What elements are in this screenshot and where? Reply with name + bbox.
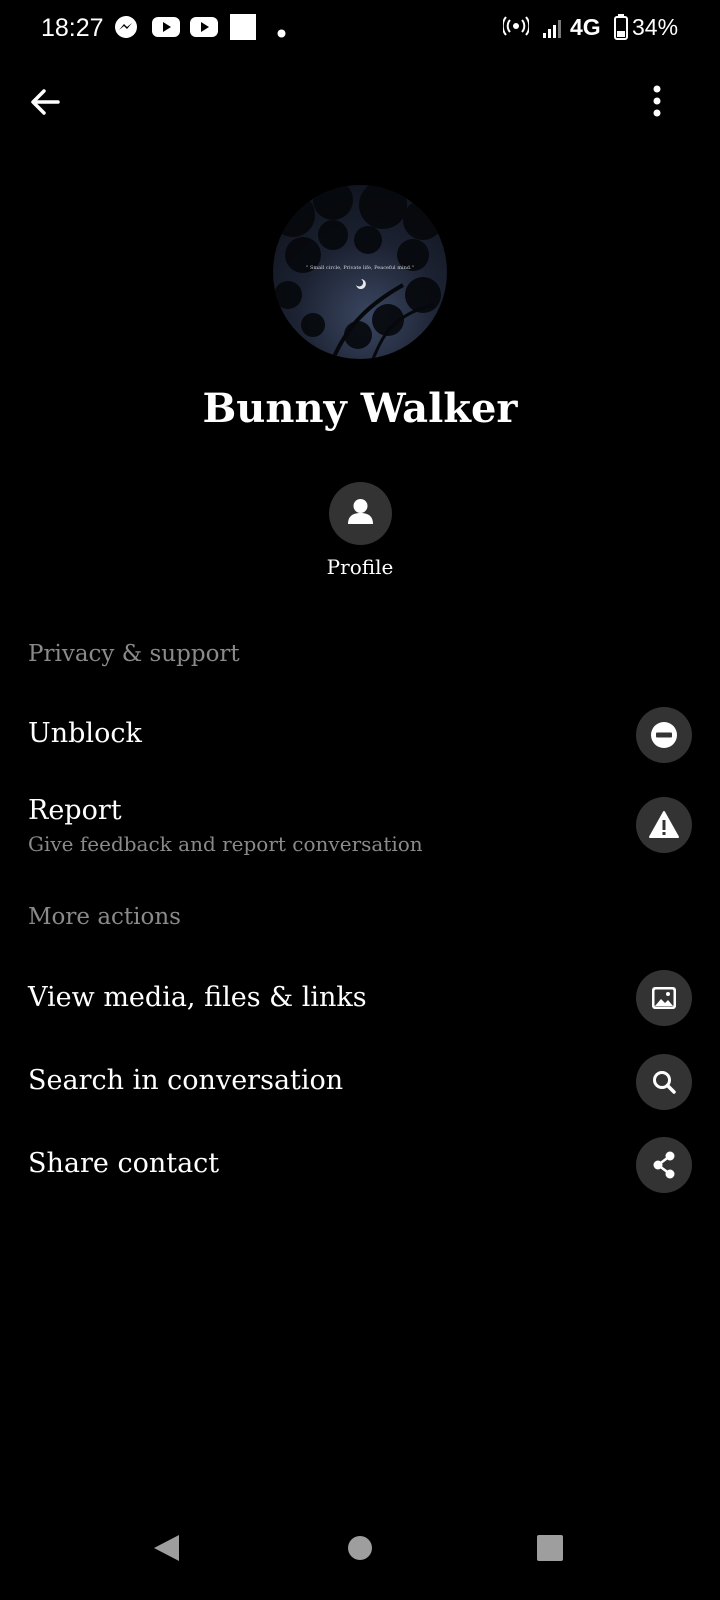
unblock-button[interactable]: Unblock [0,700,720,770]
messenger-icon [114,15,138,43]
report-label: Report [28,795,122,826]
person-icon [329,499,392,549]
signal-icon [543,17,565,43]
unblock-icon-circle [636,707,692,763]
battery-icon [614,14,628,44]
more-vertical-icon [640,85,676,126]
report-button[interactable]: Report Give feedback and report conversa… [0,785,720,865]
profile-icon-circle [329,482,392,545]
circle-home-icon [330,1536,390,1574]
square-icon [230,14,256,44]
search-conversation-label: Search in conversation [28,1065,344,1096]
nav-recents-button[interactable] [520,1526,580,1570]
status-time: 18:27 [41,14,104,42]
share-contact-label: Share contact [28,1148,220,1179]
profile-label: Profile [326,555,394,579]
avatar[interactable]: " Small circle, Private life, Peaceful m… [273,185,447,359]
unblock-label: Unblock [28,718,142,749]
report-subtitle: Give feedback and report conversation [28,832,423,856]
avatar-image [273,185,443,359]
search-icon-circle [636,1054,692,1110]
share-icon-circle [636,1137,692,1193]
system-navigation-bar [0,1518,720,1600]
status-bar: 18:27 4G 34% [0,0,720,56]
battery-percentage: 34% [632,14,679,40]
media-icon-circle [636,970,692,1026]
arrow-left-icon [24,89,72,126]
section-header-more-actions: More actions [28,904,181,930]
avatar-caption: " Small circle, Private life, Peaceful m… [306,265,414,271]
network-type: 4G [570,14,601,40]
triangle-back-icon [138,1535,198,1574]
square-recents-icon [520,1535,580,1574]
youtube-icon [152,17,180,41]
view-media-button[interactable]: View media, files & links [0,960,720,1036]
youtube-icon [190,17,218,41]
profile-button[interactable]: Profile [300,480,420,590]
contact-name: Bunny Walker [202,385,518,432]
nav-home-button[interactable] [330,1526,390,1570]
back-button[interactable] [24,82,72,122]
top-bar [0,70,720,134]
view-media-label: View media, files & links [28,982,367,1013]
section-header-privacy: Privacy & support [28,641,240,667]
dot-icon [277,23,286,42]
report-icon-circle [636,797,692,853]
nav-back-button[interactable] [138,1526,198,1570]
more-options-button[interactable] [640,82,676,122]
share-contact-button[interactable]: Share contact [0,1128,720,1204]
search-conversation-button[interactable]: Search in conversation [0,1045,720,1121]
hotspot-icon [501,15,531,43]
